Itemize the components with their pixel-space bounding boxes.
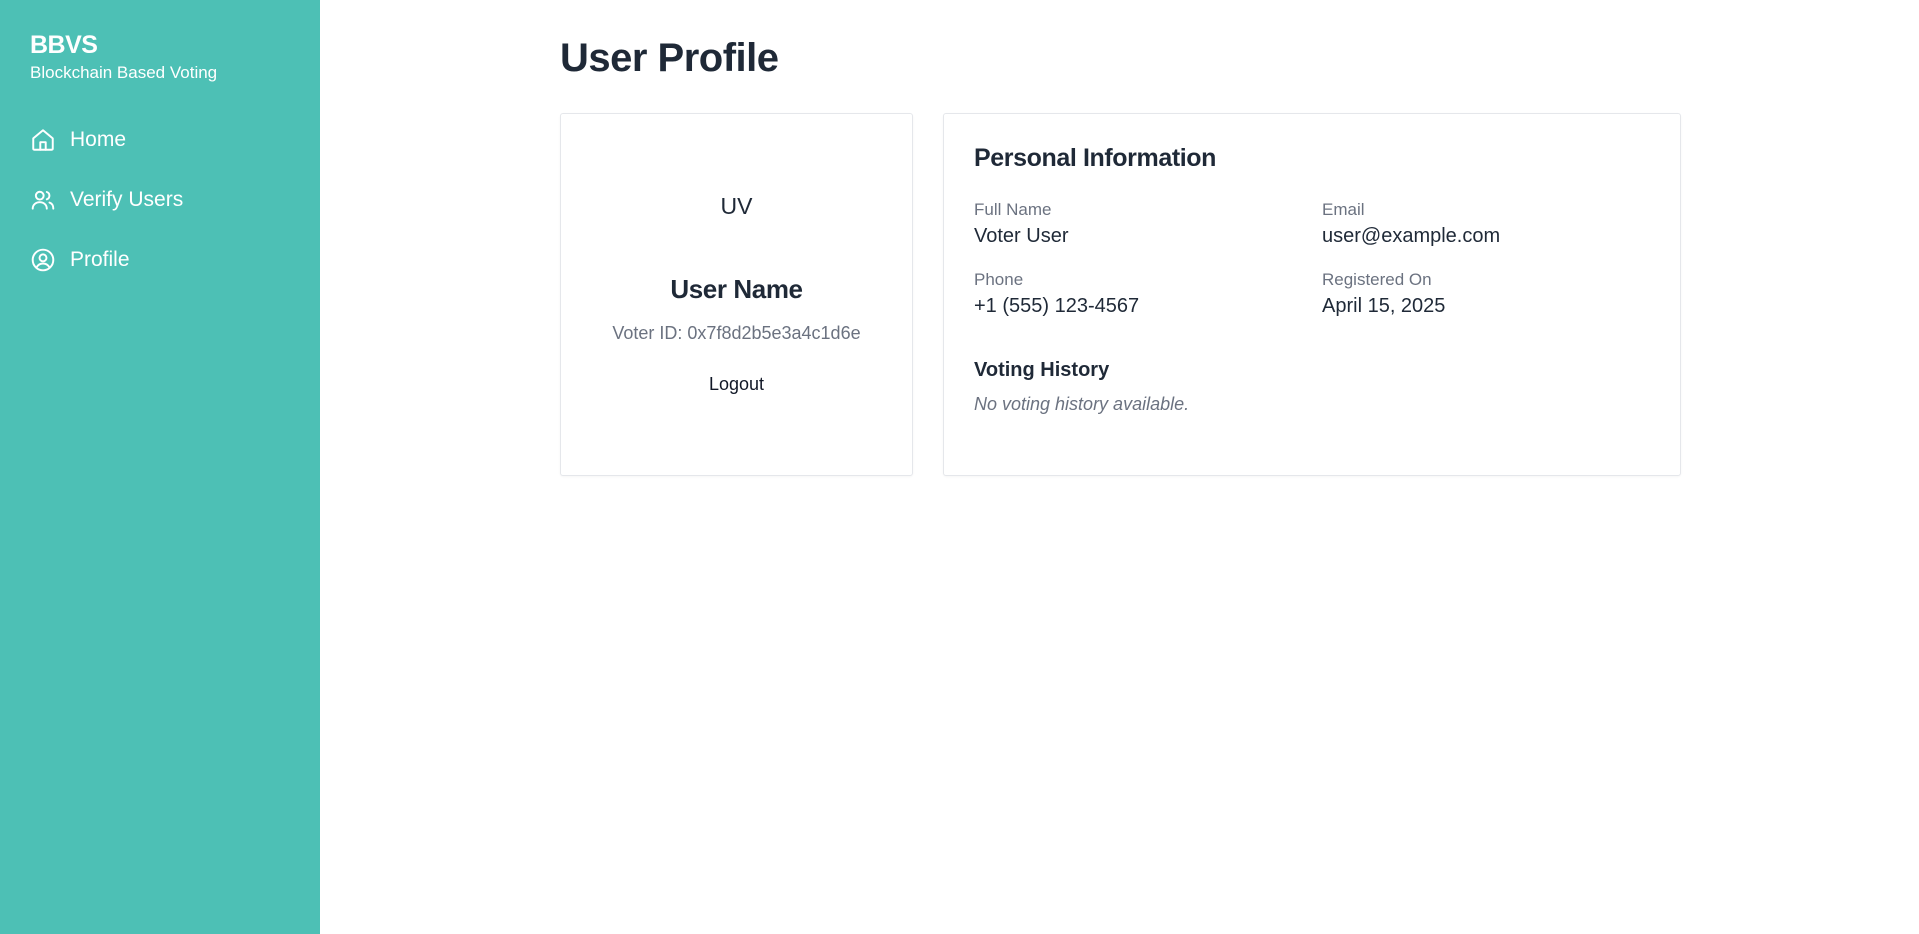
avatar: UV: [720, 193, 753, 219]
sidebar-item-label: Verify Users: [70, 188, 184, 211]
field-label: Registered On: [1322, 270, 1432, 289]
personal-info-card: Personal Information Full Name Voter Use…: [943, 113, 1681, 476]
sidebar-item-label: Home: [70, 128, 127, 151]
sidebar-nav: Home Verify Users Profile: [30, 122, 290, 278]
field-label: Phone: [974, 270, 1024, 289]
field-value: +1 (555) 123-4567: [974, 295, 1140, 317]
main-content: User Profile UV User Name Voter ID: 0x7f…: [320, 0, 1919, 934]
voting-history-empty: No voting history available.: [974, 394, 1190, 414]
sidebar-item-verify-users[interactable]: Verify Users: [30, 182, 290, 218]
sidebar-item-label: Profile: [70, 248, 130, 271]
personal-info-title: Personal Information: [974, 144, 1217, 172]
logout-button[interactable]: Logout: [709, 374, 764, 395]
field-value: user@example.com: [1322, 225, 1501, 247]
field-label: Email: [1322, 200, 1365, 219]
personal-info-grid: Full Name Voter User Email user@example.…: [974, 199, 1650, 319]
page-title: User Profile: [560, 36, 779, 80]
brand-subtitle: Blockchain Based Voting: [30, 63, 218, 82]
user-name: User Name: [670, 274, 803, 304]
sidebar: BBVS Blockchain Based Voting Home Verify…: [0, 0, 320, 934]
home-icon: [30, 127, 56, 153]
users-icon: [30, 187, 56, 213]
sidebar-item-profile[interactable]: Profile: [30, 242, 290, 278]
voting-history-title: Voting History: [974, 359, 1110, 381]
field-label: Full Name: [974, 200, 1052, 219]
field-value: Voter User: [974, 225, 1069, 247]
profile-card: UV User Name Voter ID: 0x7f8d2b5e3a4c1d6…: [560, 113, 913, 476]
app-root: BBVS Blockchain Based Voting Home Verify…: [0, 0, 1919, 934]
sidebar-item-home[interactable]: Home: [30, 122, 290, 158]
full-name-field: Full Name Voter User: [974, 199, 1322, 249]
brand: BBVS Blockchain Based Voting: [30, 30, 290, 84]
phone-field: Phone +1 (555) 123-4567: [974, 269, 1322, 319]
field-value: April 15, 2025: [1322, 295, 1446, 317]
voter-id: Voter ID: 0x7f8d2b5e3a4c1d6e: [612, 323, 861, 343]
registered-on-field: Registered On April 15, 2025: [1322, 269, 1670, 319]
user-circle-icon: [30, 247, 56, 273]
email-field: Email user@example.com: [1322, 199, 1670, 249]
brand-title: BBVS: [30, 31, 98, 59]
